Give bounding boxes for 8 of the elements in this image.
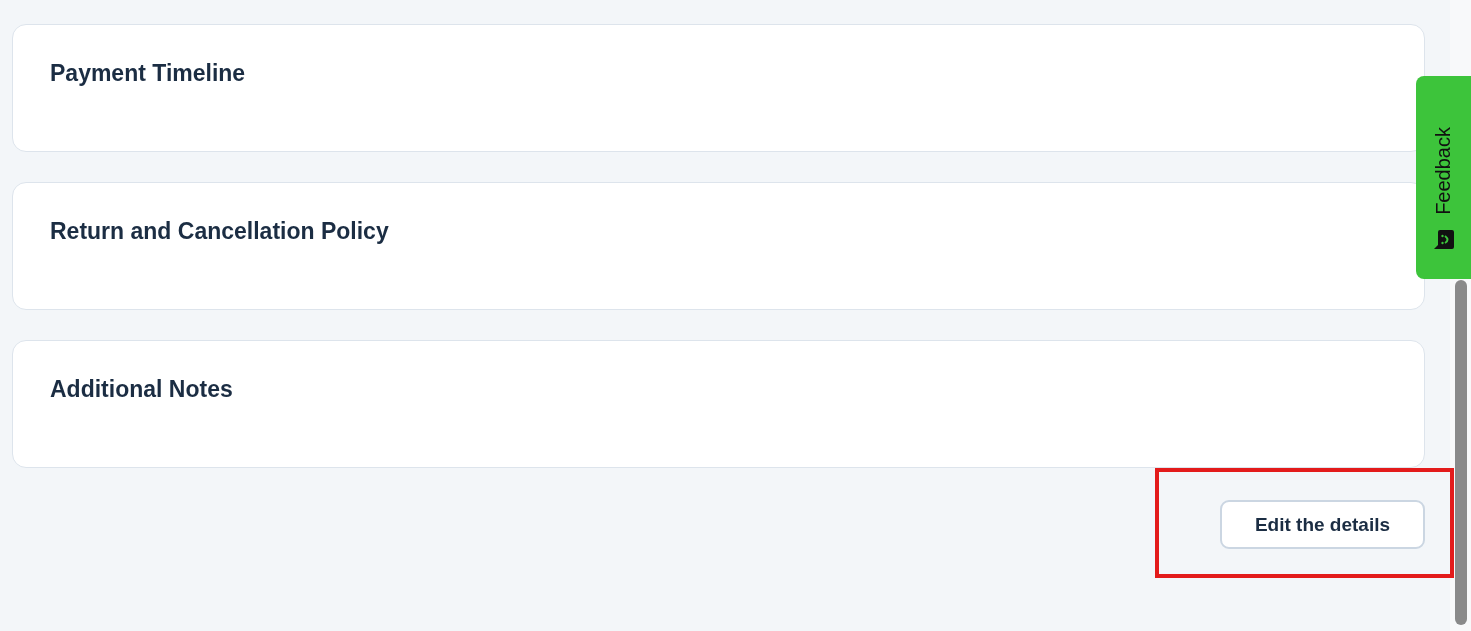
smiley-chat-icon bbox=[1432, 229, 1455, 251]
section-title: Return and Cancellation Policy bbox=[50, 217, 390, 245]
edit-button[interactable]: Edit the details bbox=[1220, 500, 1425, 549]
feedback-tab[interactable]: Feedback bbox=[1416, 76, 1471, 279]
feedback-label: Feedback bbox=[1432, 127, 1455, 215]
section-title: Additional Notes bbox=[50, 375, 234, 403]
scrollbar-thumb[interactable] bbox=[1455, 280, 1467, 625]
section-title: Payment Timeline bbox=[50, 59, 247, 87]
